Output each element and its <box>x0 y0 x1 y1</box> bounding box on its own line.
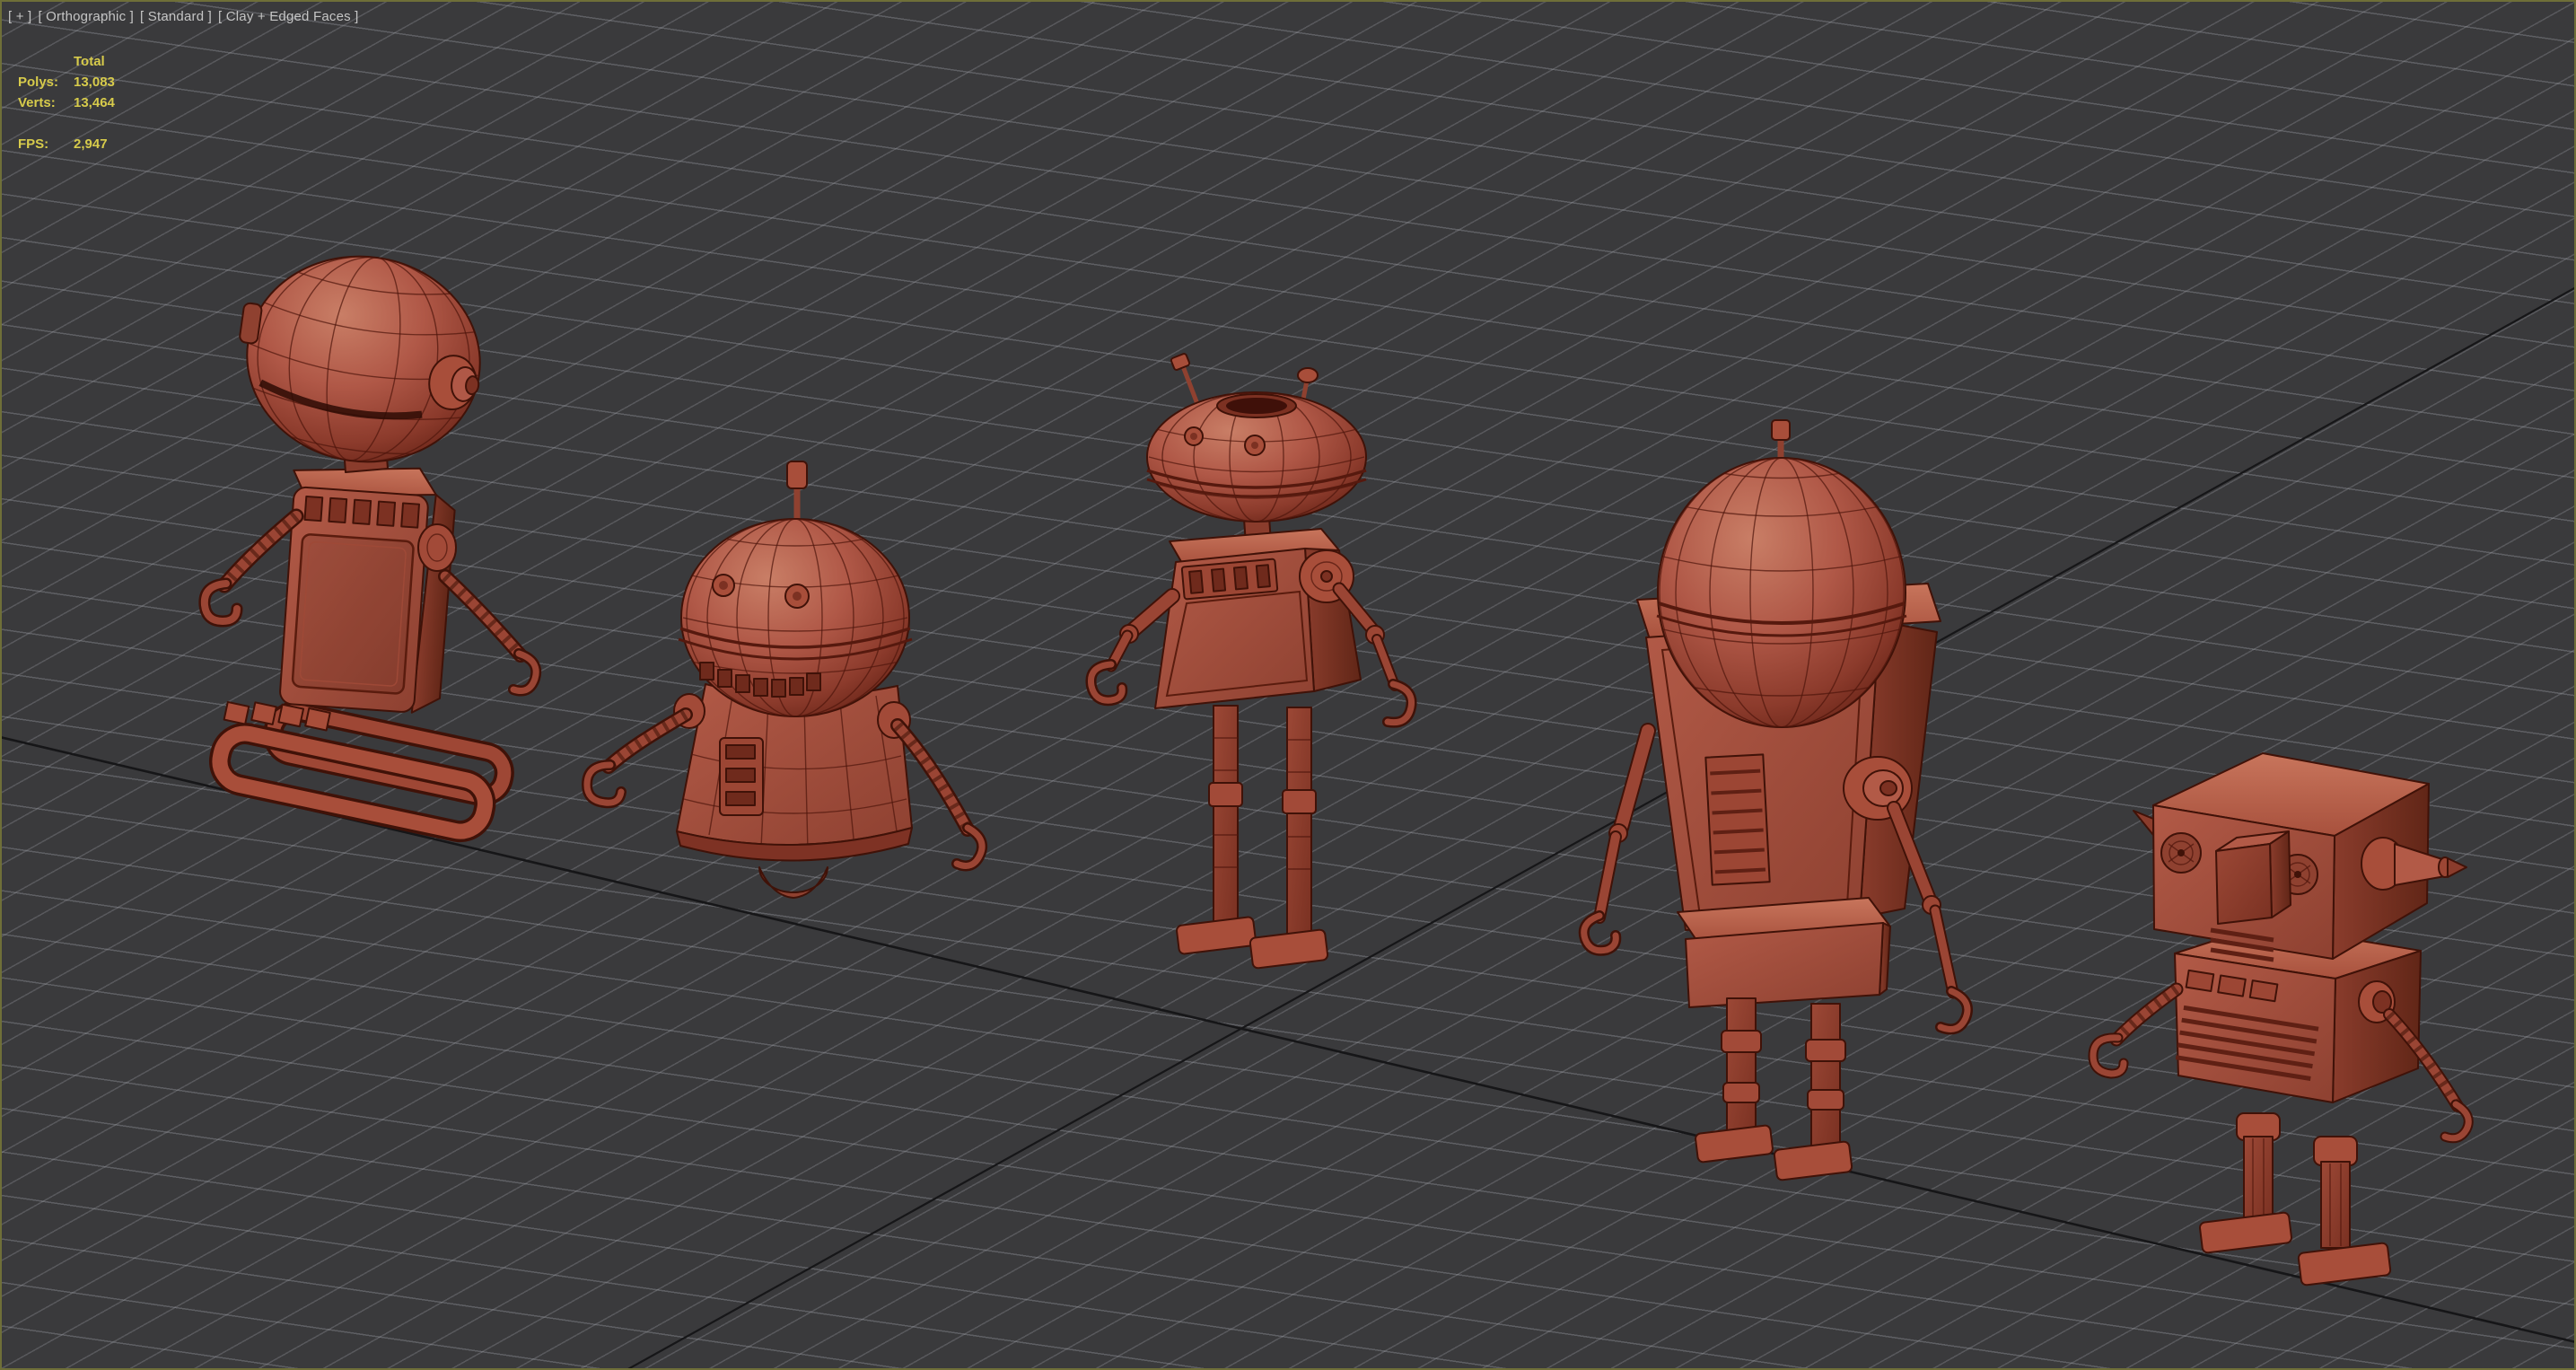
robot-1-head[interactable] <box>224 241 494 477</box>
stats-fps-value: 2,947 <box>74 136 108 152</box>
robot-4-left-arm[interactable] <box>1578 723 1656 956</box>
robot-4-orb-robot[interactable] <box>1578 419 1973 1181</box>
viewport-general-menu[interactable]: [ + ] <box>8 9 31 24</box>
robot-5-nose <box>2215 830 2291 925</box>
robot-5-left-eye <box>2160 832 2202 874</box>
stats-polys-value: 13,083 <box>74 75 115 90</box>
viewport-pov-menu[interactable]: [ Orthographic ] <box>38 9 134 24</box>
viewport-label: [ + ] [ Orthographic ] [ Standard ] [ Clay … <box>8 9 365 24</box>
robot-3-saucer-robot[interactable] <box>1085 353 1417 970</box>
viewport-standard-menu[interactable]: [ Standard ] <box>140 9 212 24</box>
robot-4-head[interactable] <box>1656 457 1907 728</box>
robot-3-legs[interactable] <box>1176 705 1329 970</box>
stats-column-header: Total <box>74 54 105 69</box>
robot-5-left-ear <box>2133 810 2154 836</box>
robot-1-right-arm[interactable] <box>438 569 542 697</box>
robot-1-sled-robot[interactable] <box>198 241 542 843</box>
robot-1-body[interactable] <box>277 460 458 715</box>
robot-4-hip-box[interactable] <box>1677 897 1891 1008</box>
robot-5-right-arm[interactable] <box>2383 1008 2474 1144</box>
robot-4-antenna <box>1771 419 1791 441</box>
viewport[interactable]: [ + ] [ Orthographic ] [ Standard ] [ Clay … <box>0 0 2576 1370</box>
stats-verts-label: Verts: <box>18 95 56 110</box>
robot-5-left-arm[interactable] <box>2088 982 2184 1079</box>
viewport-canvas[interactable] <box>0 0 2576 1370</box>
stats-polys-label: Polys: <box>18 75 59 90</box>
robot-2-dome-robot[interactable] <box>581 461 988 899</box>
robot-1-left-arm[interactable] <box>198 508 304 628</box>
robot-1-sled[interactable] <box>208 691 514 843</box>
robot-4-right-arm[interactable] <box>1887 801 1973 1035</box>
viewport-shading-menu[interactable]: [ Clay + Edged Faces ] <box>218 9 359 24</box>
robot-3-head[interactable] <box>1146 391 1367 523</box>
robot-2-antenna <box>786 461 808 489</box>
stats-verts-value: 13,464 <box>74 95 115 110</box>
robot-5-cube-robot[interactable] <box>2088 752 2474 1287</box>
robot-5-head[interactable] <box>2133 752 2467 962</box>
stats-fps-label: FPS: <box>18 136 49 152</box>
robot-2-head[interactable] <box>678 518 913 717</box>
